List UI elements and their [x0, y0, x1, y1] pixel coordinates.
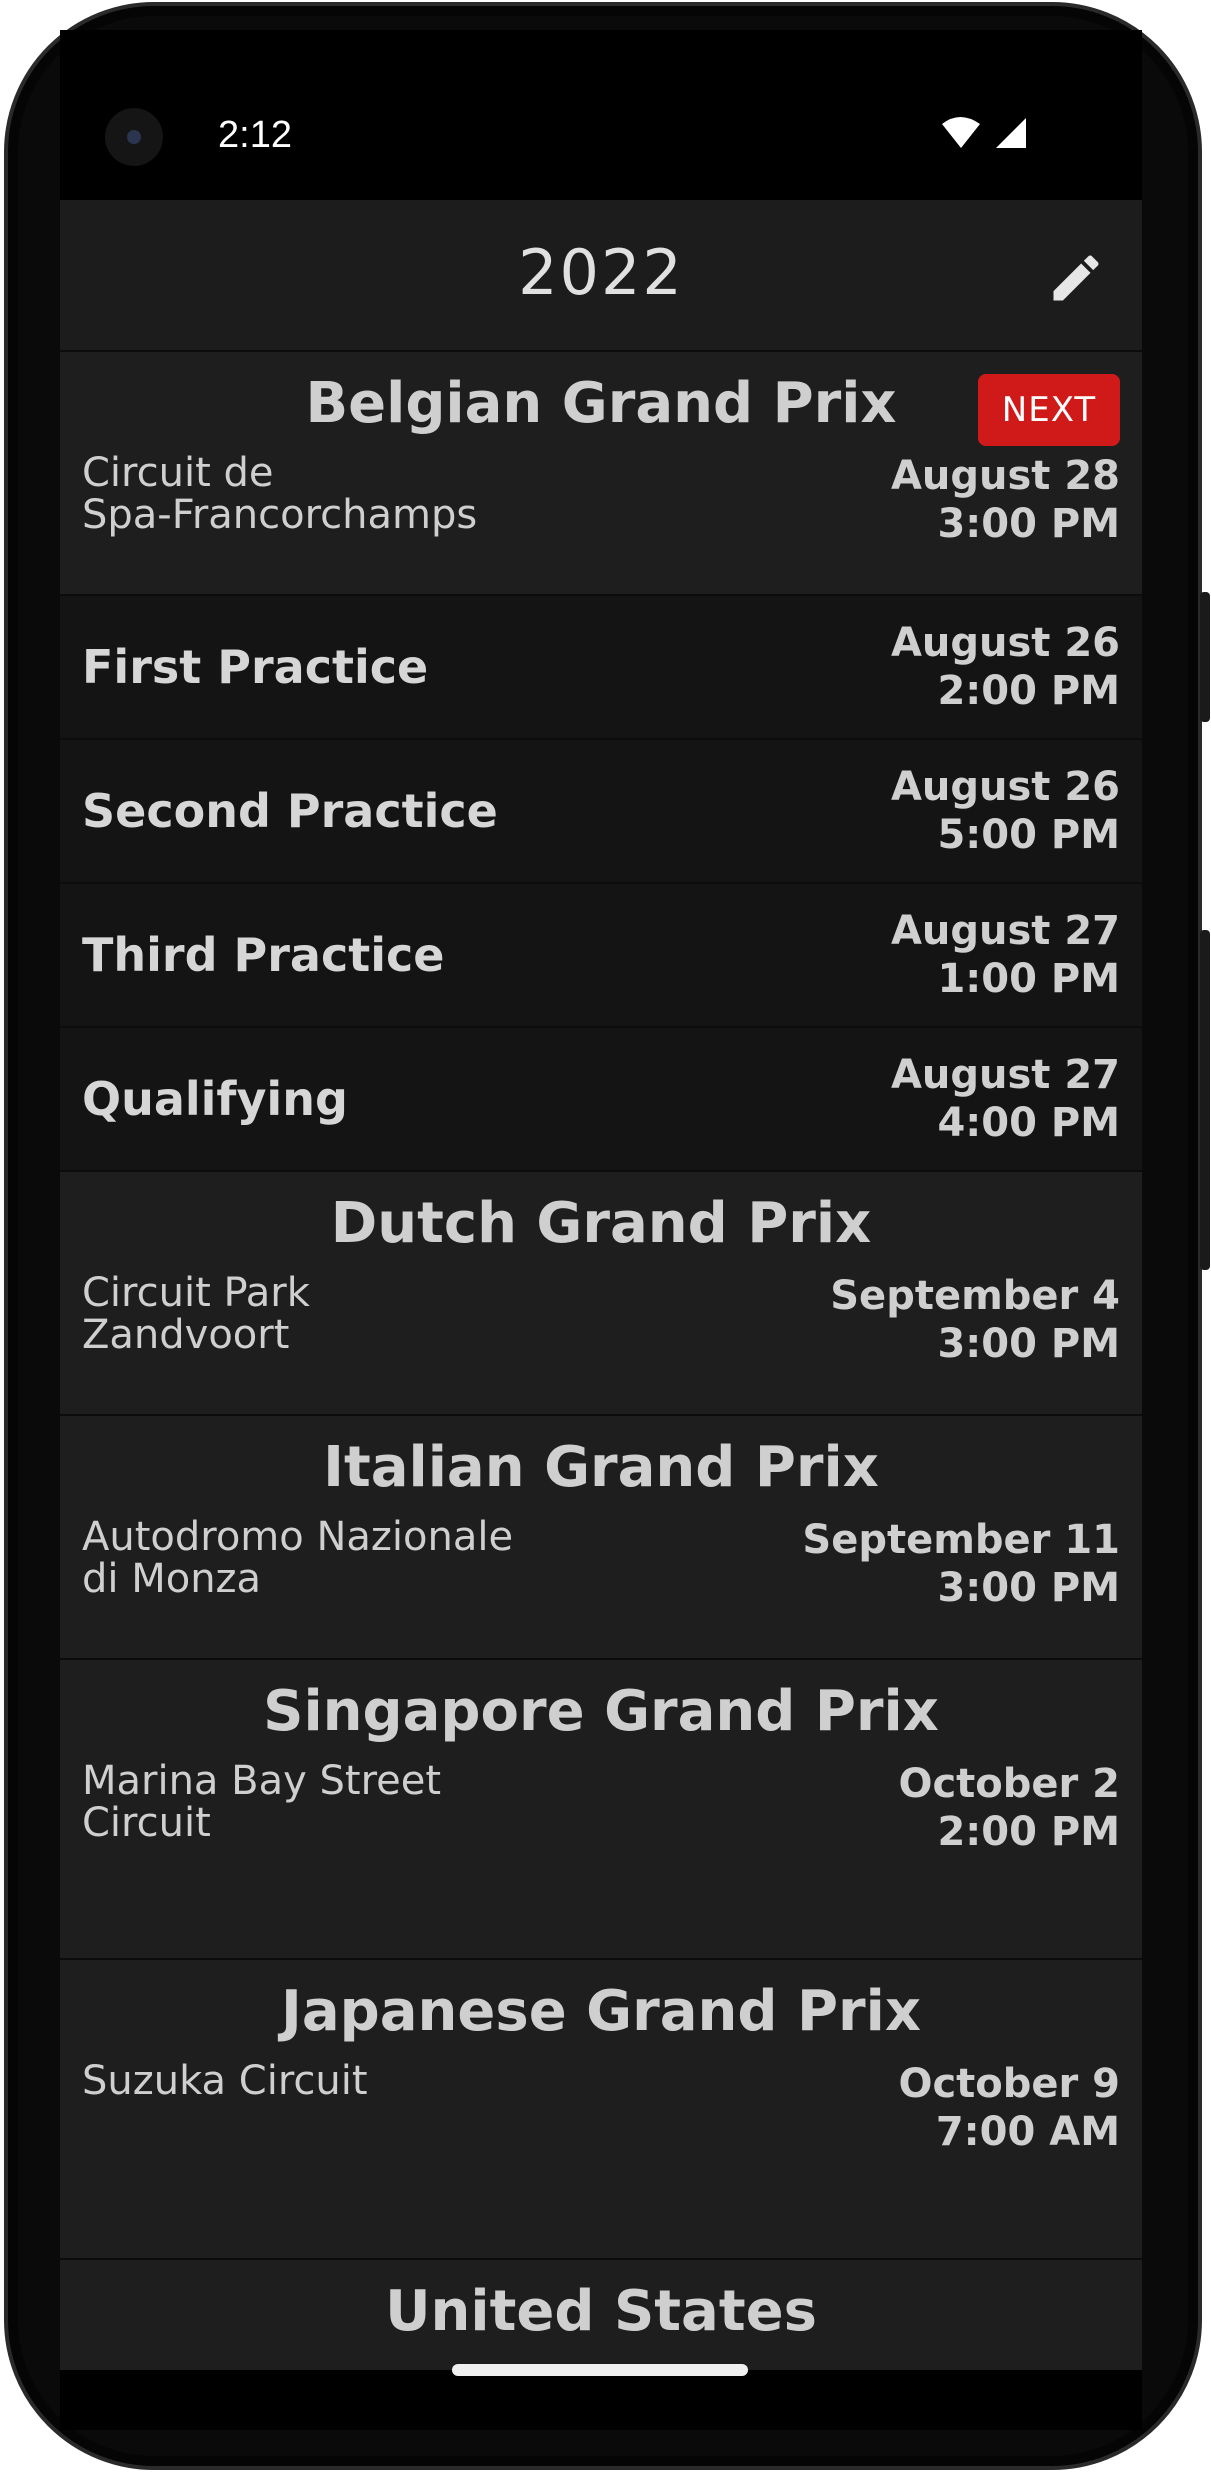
race-datetime: September 4 3:00 PM — [830, 1272, 1120, 1368]
wifi-icon — [942, 117, 980, 148]
power-button — [1200, 930, 1210, 1270]
race-card[interactable]: Japanese Grand Prix Suzuka Circuit Octob… — [60, 1960, 1142, 2260]
session-name: Qualifying — [82, 1072, 348, 1126]
session-datetime: August 27 4:00 PM — [891, 1051, 1120, 1147]
race-card[interactable]: Belgian Grand Prix NEXT Circuit de Spa-F… — [60, 352, 1142, 596]
session-datetime: August 26 5:00 PM — [891, 763, 1120, 859]
next-badge: NEXT — [978, 374, 1120, 446]
volume-button — [1200, 592, 1210, 722]
session-row[interactable]: First Practice August 26 2:00 PM — [60, 596, 1142, 740]
race-name: United States — [385, 2279, 817, 2344]
status-icons — [940, 114, 1030, 154]
session-name: Second Practice — [82, 784, 498, 838]
navigation-bar — [60, 2370, 1142, 2430]
session-time: 1:00 PM — [937, 956, 1120, 1002]
race-datetime: August 28 3:00 PM — [891, 452, 1120, 548]
race-time: 7:00 AM — [935, 2109, 1120, 2155]
race-info: Marina Bay Street Circuit October 2 2:00… — [60, 1740, 1142, 1882]
race-card[interactable]: Dutch Grand Prix Circuit Park Zandvoort … — [60, 1172, 1142, 1416]
circuit-name: Marina Bay Street Circuit — [82, 1758, 442, 1846]
session-datetime: August 27 1:00 PM — [891, 907, 1120, 1003]
session-row[interactable]: Third Practice August 27 1:00 PM — [60, 884, 1142, 1028]
race-card[interactable]: Italian Grand Prix Autodromo Nazionale d… — [60, 1416, 1142, 1660]
session-row[interactable]: Second Practice August 26 5:00 PM — [60, 740, 1142, 884]
session-time: 4:00 PM — [937, 1100, 1120, 1146]
session-date: August 27 — [890, 908, 1120, 954]
race-name: Italian Grand Prix — [323, 1435, 879, 1500]
race-time: 2:00 PM — [937, 1809, 1120, 1855]
circuit-name: Circuit Park Zandvoort — [82, 1270, 310, 1358]
race-date: September 11 — [802, 1517, 1120, 1563]
session-name: First Practice — [82, 640, 429, 694]
session-row[interactable]: Qualifying August 27 4:00 PM — [60, 1028, 1142, 1172]
race-time: 3:00 PM — [937, 501, 1120, 547]
season-title: 2022 — [518, 236, 684, 309]
race-datetime: September 11 3:00 PM — [802, 1516, 1120, 1612]
race-date: October 9 — [898, 2061, 1120, 2107]
race-info: Suzuka Circuit October 9 7:00 AM — [60, 2040, 1142, 2182]
race-card[interactable]: United States — [60, 2260, 1142, 2370]
session-date: August 27 — [890, 1052, 1120, 1098]
race-datetime: October 9 7:00 AM — [898, 2060, 1120, 2156]
race-info: Autodromo Nazionale di Monza September 1… — [60, 1496, 1142, 1638]
session-time: 2:00 PM — [937, 668, 1120, 714]
home-gesture-handle[interactable] — [452, 2364, 748, 2376]
race-time: 3:00 PM — [937, 1321, 1120, 1367]
race-card[interactable]: Singapore Grand Prix Marina Bay Street C… — [60, 1660, 1142, 1960]
session-datetime: August 26 2:00 PM — [891, 619, 1120, 715]
race-info: Circuit de Spa-Francorchamps August 28 3… — [60, 432, 1142, 574]
race-name: Japanese Grand Prix — [281, 1979, 921, 2044]
race-date: October 2 — [898, 1761, 1120, 1807]
race-datetime: October 2 2:00 PM — [898, 1760, 1120, 1856]
session-date: August 26 — [890, 620, 1120, 666]
circuit-name: Autodromo Nazionale di Monza — [82, 1514, 514, 1602]
status-bar: 2:12 — [60, 30, 1142, 200]
top-app-bar: 2022 — [60, 200, 1142, 352]
circuit-name: Circuit de Spa-Francorchamps — [82, 450, 478, 538]
session-date: August 26 — [890, 764, 1120, 810]
session-time: 5:00 PM — [937, 812, 1120, 858]
status-time: 2:12 — [218, 114, 292, 156]
session-name: Third Practice — [82, 928, 445, 982]
screen: 2:12 2022 Belgian Grand Prix NEXT Circui… — [60, 30, 1142, 2430]
pencil-icon — [1053, 255, 1099, 301]
cellular-signal-icon — [996, 118, 1026, 148]
race-name: Singapore Grand Prix — [263, 1679, 939, 1744]
front-camera — [105, 108, 163, 166]
race-time: 3:00 PM — [937, 1565, 1120, 1611]
app-content: 2022 Belgian Grand Prix NEXT Circuit de … — [60, 200, 1142, 2370]
race-date: August 28 — [890, 453, 1120, 499]
circuit-name: Suzuka Circuit — [82, 2058, 368, 2104]
edit-button[interactable] — [1046, 248, 1106, 308]
race-name: Dutch Grand Prix — [330, 1191, 872, 1256]
race-date: September 4 — [830, 1273, 1120, 1319]
race-info: Circuit Park Zandvoort September 4 3:00 … — [60, 1252, 1142, 1394]
